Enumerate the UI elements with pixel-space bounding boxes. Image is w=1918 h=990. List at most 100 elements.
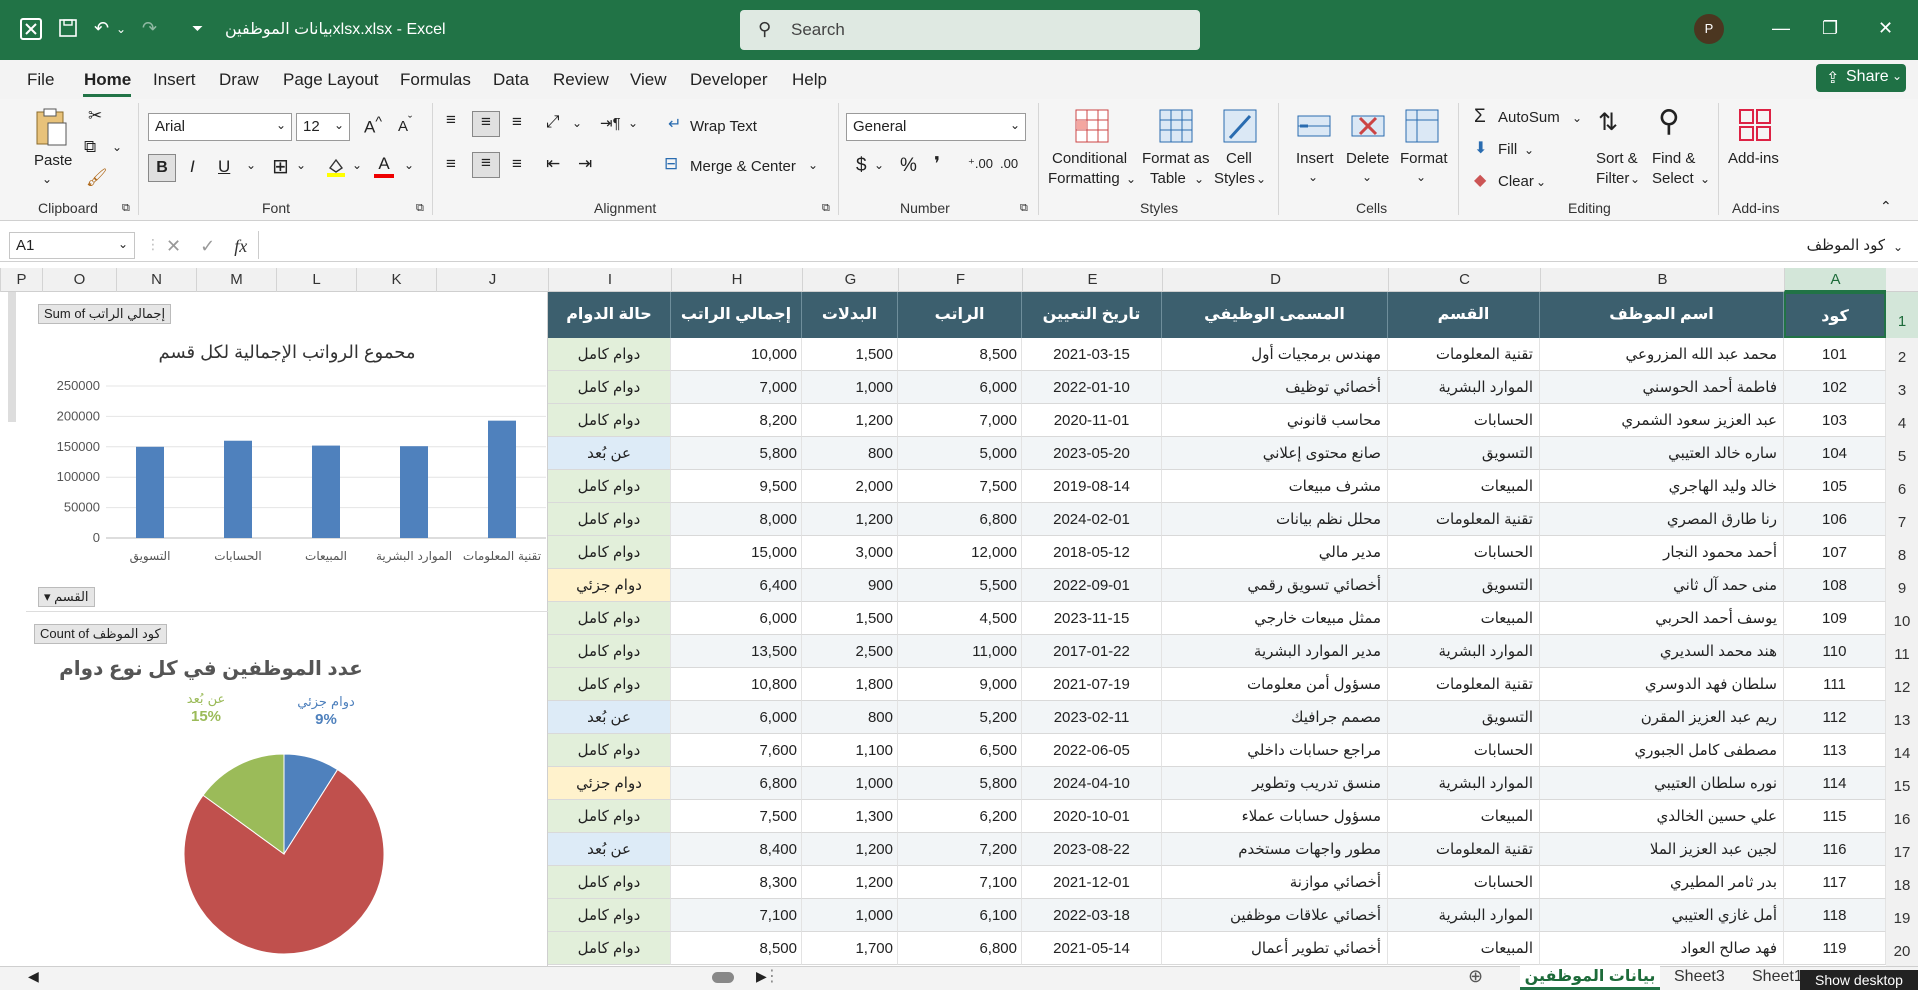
table-cell[interactable]: المبيعات [1388, 470, 1540, 503]
table-header[interactable]: البدلات [802, 292, 898, 338]
table-cell[interactable]: 115 [1784, 800, 1886, 833]
font-color-dropdown-icon[interactable]: ⌄ [404, 158, 414, 172]
table-cell[interactable]: 2022-01-10 [1022, 371, 1162, 404]
align-center-icon[interactable]: ≡ [472, 152, 500, 178]
row-header[interactable]: 4 [1886, 404, 1918, 437]
column-header[interactable]: I [548, 268, 671, 292]
table-header[interactable]: إجمالي الراتب [671, 292, 802, 338]
tab-help[interactable]: Help [792, 70, 827, 90]
clear-button[interactable]: Clear [1498, 173, 1534, 190]
restore-icon[interactable]: ❐ [1822, 18, 1838, 39]
table-cell[interactable]: 2,500 [802, 635, 898, 668]
table-cell[interactable]: فاطمة أحمد الحوسني [1540, 371, 1784, 404]
middle-align-icon[interactable]: ≡ [472, 111, 500, 137]
table-cell[interactable]: 7,600 [671, 734, 802, 767]
bottom-align-icon[interactable]: ≡ [512, 112, 522, 132]
table-cell[interactable]: 1,100 [802, 734, 898, 767]
fill-button[interactable]: Fill [1498, 141, 1517, 158]
table-cell[interactable]: مراجع حسابات داخلي [1162, 734, 1388, 767]
increase-indent-icon[interactable]: ⇥ [578, 154, 592, 174]
table-cell[interactable]: 2023-08-22 [1022, 833, 1162, 866]
column-header[interactable]: C [1388, 268, 1540, 292]
table-cell[interactable]: الموارد البشرية [1388, 899, 1540, 932]
orientation-dropdown-icon[interactable]: ⌄ [572, 116, 582, 130]
format-cells-button[interactable]: Format [1400, 150, 1448, 167]
clipboard-launcher-icon[interactable]: ⧉ [122, 202, 130, 215]
status-cell[interactable]: دوام كامل [548, 932, 671, 965]
table-cell[interactable]: 2022-03-18 [1022, 899, 1162, 932]
table-cell[interactable]: 2022-06-05 [1022, 734, 1162, 767]
table-cell[interactable]: 1,500 [802, 338, 898, 371]
table-cell[interactable]: 3,000 [802, 536, 898, 569]
table-cell[interactable]: 2023-11-15 [1022, 602, 1162, 635]
column-header[interactable]: K [356, 268, 436, 292]
status-cell[interactable]: دوام كامل [548, 899, 671, 932]
autosum-icon[interactable]: Σ [1474, 106, 1486, 128]
table-cell[interactable]: 2020-11-01 [1022, 404, 1162, 437]
table-cell[interactable]: صانع محتوى إعلاني [1162, 437, 1388, 470]
cell-styles-dropdown-icon[interactable]: ⌄ [1256, 172, 1266, 186]
table-cell[interactable]: 2024-04-10 [1022, 767, 1162, 800]
insert-dropdown-icon[interactable]: ⌄ [1308, 170, 1318, 184]
table-cell[interactable]: 5,200 [898, 701, 1022, 734]
table-cell[interactable]: 111 [1784, 668, 1886, 701]
horizontal-scroll-thumb[interactable] [712, 972, 734, 983]
comma-style-icon[interactable]: ❜ [934, 153, 940, 176]
tab-review[interactable]: Review [553, 70, 609, 90]
clear-icon[interactable]: ◆ [1474, 170, 1486, 190]
column-header[interactable]: D [1162, 268, 1388, 292]
table-cell[interactable]: 1,800 [802, 668, 898, 701]
table-cell[interactable]: 10,800 [671, 668, 802, 701]
table-cell[interactable]: 6,200 [898, 800, 1022, 833]
table-cell[interactable]: أحمد محمود النجار [1540, 536, 1784, 569]
add-ins-button[interactable]: Add-ins [1728, 150, 1779, 167]
show-desktop-button[interactable]: Show desktop [1800, 970, 1918, 990]
table-cell[interactable]: مسؤول أمن معلومات [1162, 668, 1388, 701]
table-cell[interactable]: علي حسين الخالدي [1540, 800, 1784, 833]
minimize-icon[interactable]: — [1772, 18, 1790, 39]
table-cell[interactable]: 7,100 [671, 899, 802, 932]
table-cell[interactable]: 6,000 [898, 371, 1022, 404]
table-cell[interactable]: فهد صالح العواد [1540, 932, 1784, 965]
table-header[interactable]: كود الموظف [1784, 292, 1886, 371]
table-cell[interactable]: 114 [1784, 767, 1886, 800]
table-cell[interactable]: 1,000 [802, 899, 898, 932]
format-as-table-button[interactable]: Format as [1142, 150, 1210, 167]
save-icon[interactable] [58, 18, 78, 43]
status-cell[interactable]: دوام كامل [548, 635, 671, 668]
status-cell[interactable]: دوام كامل [548, 338, 671, 371]
table-cell[interactable]: 1,000 [802, 371, 898, 404]
find-dropdown-icon[interactable]: ⌄ [1700, 172, 1710, 186]
table-cell[interactable]: 6,500 [898, 734, 1022, 767]
status-cell[interactable]: عن بُعد [548, 701, 671, 734]
search-box[interactable]: ⚲ Search [740, 10, 1200, 50]
table-cell[interactable]: خالد وليد الهاجري [1540, 470, 1784, 503]
autosum-dropdown-icon[interactable]: ⌄ [1572, 111, 1582, 125]
row-header[interactable]: 10 [1886, 602, 1918, 635]
table-cell[interactable]: 5,800 [671, 437, 802, 470]
table-cell[interactable]: محمد عبد الله المزروعي [1540, 338, 1784, 371]
cut-icon[interactable]: ✂ [88, 106, 102, 126]
sort-filter-button[interactable]: Sort & [1596, 150, 1638, 167]
font-color-icon[interactable]: A [374, 154, 394, 178]
table-cell[interactable]: 15,000 [671, 536, 802, 569]
find-select-icon[interactable]: ⚲ [1658, 104, 1680, 139]
bar[interactable] [312, 445, 340, 538]
table-cell[interactable]: منى حمد آل ثاني [1540, 569, 1784, 602]
category-field-button[interactable]: ▾ القسم [38, 587, 95, 607]
fill-color-icon[interactable] [326, 156, 346, 177]
row-header[interactable]: 18 [1886, 866, 1918, 899]
merge-center-icon[interactable]: ⊟ [664, 154, 678, 174]
avatar[interactable]: P [1694, 14, 1724, 44]
increase-decimal-icon[interactable]: ⁺.00 [968, 156, 993, 172]
paste-button[interactable]: Paste [34, 152, 72, 169]
table-cell[interactable]: 2020-10-01 [1022, 800, 1162, 833]
status-cell[interactable]: دوام كامل [548, 866, 671, 899]
table-cell[interactable]: 7,000 [898, 404, 1022, 437]
table-cell[interactable]: 112 [1784, 701, 1886, 734]
fill-icon[interactable]: ⬇ [1474, 138, 1487, 158]
table-cell[interactable]: 1,700 [802, 932, 898, 965]
table-cell[interactable]: 9,500 [671, 470, 802, 503]
table-cell[interactable]: 7,100 [898, 866, 1022, 899]
table-cell[interactable]: 110 [1784, 635, 1886, 668]
